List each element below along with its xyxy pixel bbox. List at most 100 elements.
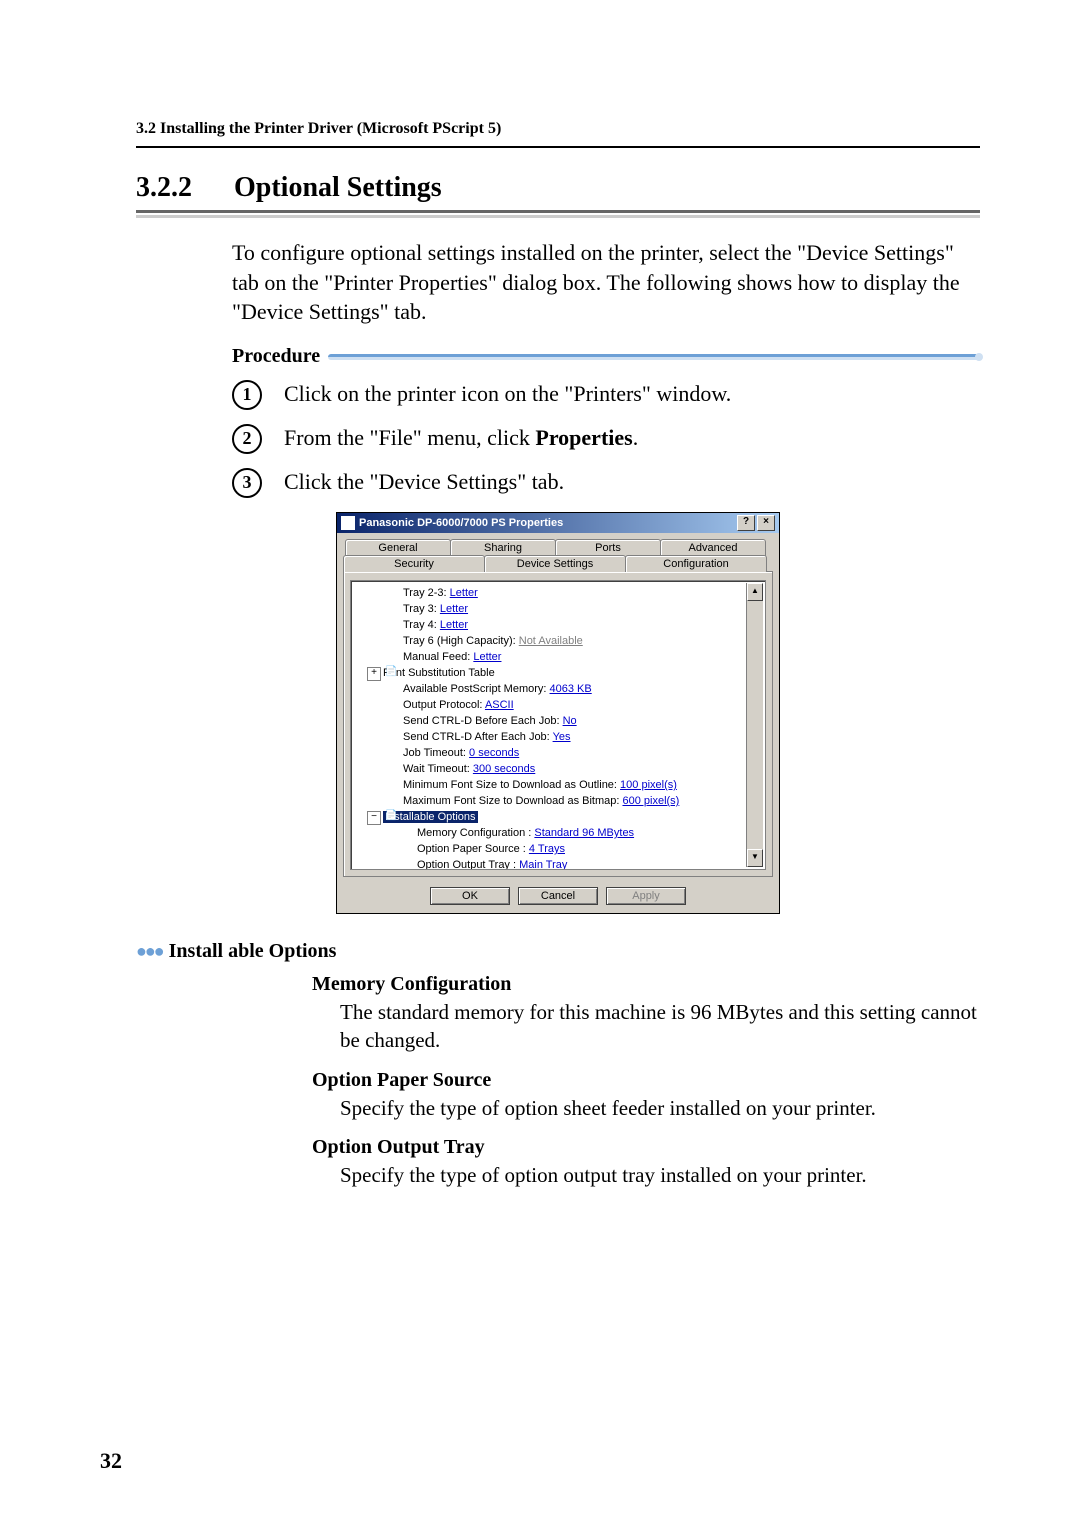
tree-item-value[interactable]: Letter — [450, 587, 478, 599]
section-rule — [136, 210, 980, 218]
step-text: Click on the printer icon on the "Printe… — [284, 380, 731, 409]
tree-item-value[interactable]: No — [563, 715, 577, 727]
help-button[interactable]: ? — [737, 515, 755, 531]
tree-item-label: Option Paper Source : — [417, 843, 529, 855]
running-header: 3.2 Installing the Printer Driver (Micro… — [136, 120, 980, 138]
close-button[interactable]: × — [757, 515, 775, 531]
tree-item-value[interactable]: 0 seconds — [469, 747, 519, 759]
tree-item[interactable]: Wait Timeout: 300 seconds — [357, 761, 763, 777]
step-text: From the "File" menu, click Properties. — [284, 424, 638, 453]
device-settings-tree[interactable]: Tray 2-3: LetterTray 3: LetterTray 4: Le… — [350, 580, 766, 870]
install-option-body: Specify the type of option sheet feeder … — [340, 1094, 980, 1122]
tree-item[interactable]: Send CTRL-D After Each Job: Yes — [357, 729, 763, 745]
tree-item-label: Send CTRL-D After Each Job: — [403, 731, 553, 743]
section-name: Optional Settings — [234, 172, 442, 203]
dialog-title: Panasonic DP-6000/7000 PS Properties — [341, 516, 563, 530]
dialog-titlebar: Panasonic DP-6000/7000 PS Properties ? × — [337, 513, 779, 533]
install-option-title: Option Output Tray — [312, 1136, 980, 1159]
tab[interactable]: Configuration — [625, 555, 767, 572]
tree-item-value[interactable]: Standard 96 MBytes — [534, 827, 634, 839]
install-option: Option Paper SourceSpecify the type of o… — [312, 1069, 980, 1122]
scroll-up[interactable]: ▲ — [747, 583, 763, 601]
properties-dialog: Panasonic DP-6000/7000 PS Properties ? ×… — [336, 512, 780, 914]
collapse-icon[interactable]: − — [367, 811, 381, 825]
dialog-title-text: Panasonic DP-6000/7000 PS Properties — [359, 517, 563, 529]
tree-item-value: Not Available — [519, 635, 583, 647]
tree-item[interactable]: Output Protocol: ASCII — [357, 697, 763, 713]
tree-item[interactable]: Available PostScript Memory: 4063 KB — [357, 681, 763, 697]
tab[interactable]: General — [345, 539, 451, 556]
tree-item[interactable]: Manual Feed: Letter — [357, 649, 763, 665]
ok-button[interactable]: OK — [430, 887, 510, 905]
tree-item[interactable]: Option Output Tray : Main Tray — [357, 857, 763, 870]
step-number: 1 — [232, 380, 262, 410]
tree-item[interactable]: Tray 3: Letter — [357, 601, 763, 617]
tree-item-value[interactable]: Main Tray — [519, 859, 567, 870]
tree-item[interactable]: −📄Installable Options — [357, 809, 763, 825]
tree-item[interactable]: Job Timeout: 0 seconds — [357, 745, 763, 761]
page-number: 32 — [100, 1448, 122, 1474]
install-options-heading-row: ●●● Install able Options — [136, 940, 980, 963]
tab[interactable]: Sharing — [450, 539, 556, 556]
tree-item-label: Font Substitution Table — [383, 667, 495, 679]
tree-item-value[interactable]: 100 pixel(s) — [620, 779, 677, 791]
tree-item[interactable]: Tray 2-3: Letter — [357, 585, 763, 601]
tree-item-value[interactable]: 4063 KB — [550, 683, 592, 695]
bullet-dots-icon: ●●● — [136, 941, 163, 962]
tree-item[interactable]: Memory Configuration : Standard 96 MByte… — [357, 825, 763, 841]
tree-item-value[interactable]: Yes — [553, 731, 571, 743]
tree-item-label: Manual Feed: — [403, 651, 473, 663]
tree-item-label: Tray 3: — [403, 603, 440, 615]
tree-item[interactable]: Option Paper Source : 4 Trays — [357, 841, 763, 857]
node-icon: 📄 — [385, 667, 397, 679]
tab[interactable]: Security — [343, 555, 485, 572]
step-number: 2 — [232, 424, 262, 454]
section-title: 3.2.2 Optional Settings — [136, 172, 980, 204]
tab[interactable]: Device Settings — [484, 555, 626, 572]
tree-item-label: Tray 2-3: — [403, 587, 450, 599]
scroll-down[interactable]: ▼ — [747, 849, 763, 867]
tree-item[interactable]: Maximum Font Size to Download as Bitmap:… — [357, 793, 763, 809]
tree-item-value[interactable]: Letter — [473, 651, 501, 663]
tree-item[interactable]: Minimum Font Size to Download as Outline… — [357, 777, 763, 793]
step-number: 3 — [232, 468, 262, 498]
tree-item[interactable]: Tray 6 (High Capacity): Not Available — [357, 633, 763, 649]
tree-item-label: Tray 4: — [403, 619, 440, 631]
node-icon: 📄 — [385, 811, 397, 823]
tree-item-value[interactable]: 600 pixel(s) — [622, 795, 679, 807]
tab[interactable]: Ports — [555, 539, 661, 556]
procedure-heading-row: Procedure — [232, 345, 980, 368]
tree-item-value[interactable]: 300 seconds — [473, 763, 535, 775]
tree-item-label: Output Protocol: — [403, 699, 485, 711]
tree-item-value[interactable]: ASCII — [485, 699, 514, 711]
running-rule — [136, 146, 980, 148]
install-option-body: The standard memory for this machine is … — [340, 998, 980, 1055]
tab[interactable]: Advanced — [660, 539, 766, 556]
install-option: Memory ConfigurationThe standard memory … — [312, 973, 980, 1055]
tree-item-value[interactable]: Letter — [440, 603, 468, 615]
tree-item-label: Job Timeout: — [403, 747, 469, 759]
section-number: 3.2.2 — [136, 172, 192, 203]
install-option-body: Specify the type of option output tray i… — [340, 1161, 980, 1189]
tree-item-label: Maximum Font Size to Download as Bitmap: — [403, 795, 622, 807]
expand-icon[interactable]: + — [367, 667, 381, 681]
tree-item-label: Installable Options — [383, 811, 478, 823]
tree-item-value[interactable]: 4 Trays — [529, 843, 565, 855]
tree-item-label: Minimum Font Size to Download as Outline… — [403, 779, 620, 791]
printer-icon — [341, 516, 355, 530]
procedure-rule — [328, 354, 980, 360]
tree-item[interactable]: Tray 4: Letter — [357, 617, 763, 633]
tree-item-label: Send CTRL-D Before Each Job: — [403, 715, 563, 727]
tree-item-label: Wait Timeout: — [403, 763, 473, 775]
procedure-heading: Procedure — [232, 345, 320, 368]
tree-item-value[interactable]: Letter — [440, 619, 468, 631]
apply-button[interactable]: Apply — [606, 887, 686, 905]
tree-item[interactable]: + 📄Font Substitution Table — [357, 665, 763, 681]
tab-panel: Tray 2-3: LetterTray 3: LetterTray 4: Le… — [343, 571, 773, 877]
install-option-title: Memory Configuration — [312, 973, 980, 996]
scrollbar[interactable]: ▲ ▼ — [746, 583, 763, 867]
tree-item-label: Tray 6 (High Capacity): — [403, 635, 519, 647]
cancel-button[interactable]: Cancel — [518, 887, 598, 905]
section-intro: To configure optional settings installed… — [232, 238, 980, 327]
tree-item[interactable]: Send CTRL-D Before Each Job: No — [357, 713, 763, 729]
